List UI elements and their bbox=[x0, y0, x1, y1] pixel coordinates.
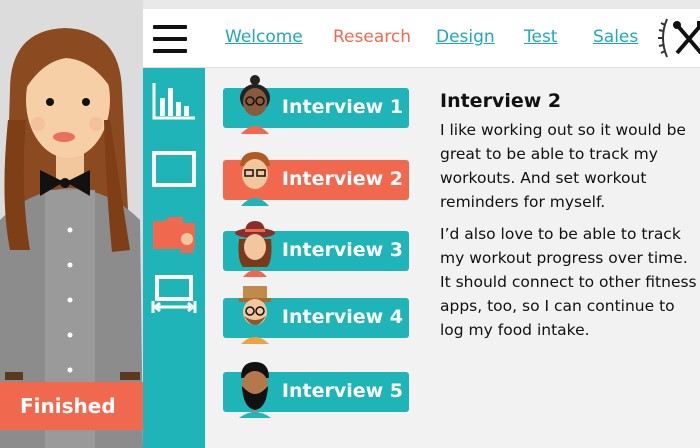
interview-4-label: Interview 4 bbox=[281, 306, 403, 328]
nav-link-research[interactable]: Research bbox=[333, 27, 411, 47]
hamburger-menu-icon[interactable] bbox=[153, 25, 187, 53]
avatar-man-beard-hat-icon bbox=[239, 286, 271, 344]
interview-detail-title: Interview 2 bbox=[440, 90, 562, 112]
avatar-man-beard-icon bbox=[239, 362, 271, 418]
avatar-woman-glasses-icon bbox=[240, 75, 270, 134]
finished-button[interactable]: Finished bbox=[0, 382, 143, 430]
canvas-icon[interactable] bbox=[151, 148, 197, 190]
character-panel: Finished bbox=[0, 0, 143, 448]
avatar-woman-hat-icon bbox=[235, 221, 275, 277]
nav-link-design[interactable]: Design bbox=[436, 27, 495, 47]
interview-2-button[interactable]: Interview 2 bbox=[223, 152, 409, 206]
interview-detail-paragraph-1: I like working out so it would be great … bbox=[440, 121, 686, 211]
interview-1-button[interactable]: Interview 1 bbox=[223, 75, 409, 134]
interview-3-label: Interview 3 bbox=[281, 239, 403, 261]
interview-5-button[interactable]: Interview 5 bbox=[223, 362, 409, 418]
interview-3-button[interactable]: Interview 3 bbox=[223, 221, 409, 277]
bar-chart-icon[interactable] bbox=[151, 80, 197, 122]
avatar-man-glasses-icon bbox=[240, 152, 270, 206]
nav-link-welcome[interactable]: Welcome bbox=[225, 27, 303, 47]
interview-detail: Interview 2 I like working out so it wou… bbox=[440, 90, 698, 350]
top-navigation: Welcome Research Design Test Sales bbox=[143, 9, 700, 68]
interview-1-label: Interview 1 bbox=[281, 96, 403, 118]
crossed-tools-logo-icon bbox=[658, 18, 700, 58]
interview-5-label: Interview 5 bbox=[281, 380, 403, 402]
interview-4-button[interactable]: Interview 4 bbox=[223, 286, 409, 344]
persona-folder-icon[interactable] bbox=[151, 213, 197, 255]
tool-rail bbox=[143, 68, 205, 448]
nav-link-test[interactable]: Test bbox=[524, 27, 557, 47]
content-area: Interview 1 Interview 2 Interview 3 Inte… bbox=[205, 68, 700, 448]
nav-link-sales[interactable]: Sales bbox=[593, 27, 638, 47]
dimensions-icon[interactable] bbox=[151, 273, 197, 315]
interview-2-label: Interview 2 bbox=[281, 168, 403, 190]
character-illustration bbox=[0, 28, 143, 448]
interview-detail-paragraph-2: I’d also love to be able to track my wor… bbox=[440, 225, 697, 339]
